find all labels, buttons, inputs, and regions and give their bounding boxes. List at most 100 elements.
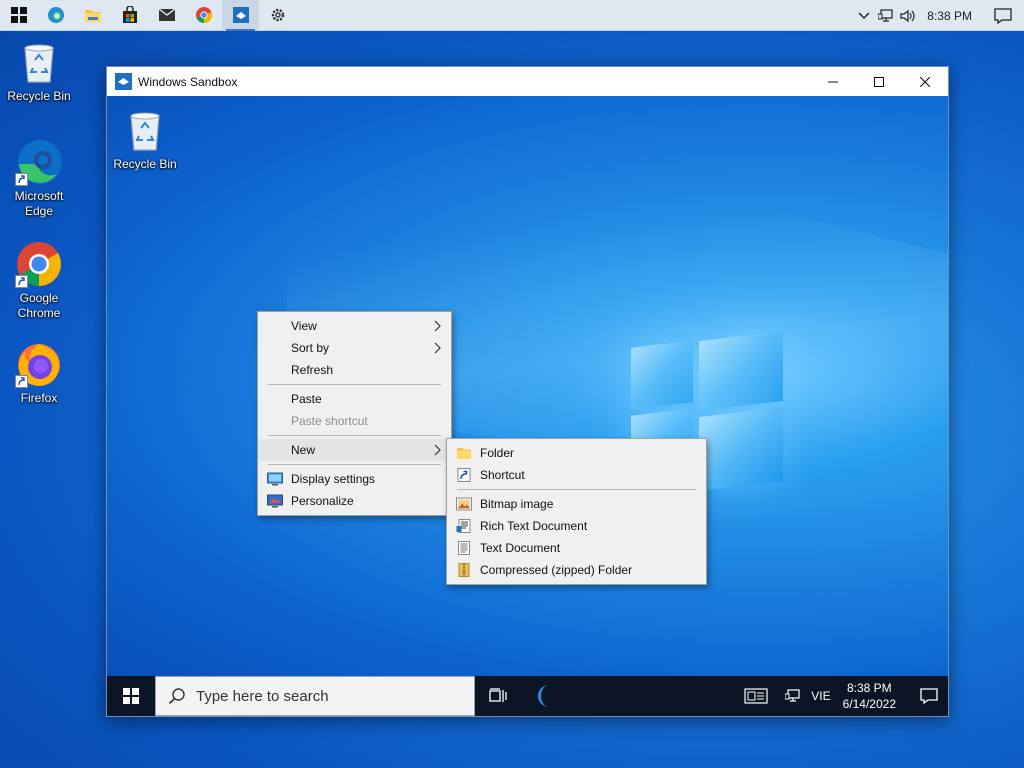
store-bag-icon <box>122 6 137 23</box>
windows-logo-icon <box>123 688 139 704</box>
news-icon <box>744 688 768 704</box>
windows-logo-pane <box>699 406 783 492</box>
rtf-icon <box>456 519 471 533</box>
menu-item-label: Rich Text Document <box>480 519 588 533</box>
host-clock[interactable]: 8:38 PM <box>927 9 972 23</box>
sandbox-titlebar[interactable]: Windows Sandbox <box>107 67 948 96</box>
submenu-item-compressed-folder[interactable]: Compressed (zipped) Folder <box>447 559 706 581</box>
task-view-icon <box>489 688 507 702</box>
menu-item-label: View <box>291 319 317 333</box>
text-document-icon <box>458 541 470 555</box>
volume-icon[interactable] <box>897 0 919 31</box>
close-icon <box>920 76 930 87</box>
minimize-button[interactable] <box>810 67 856 96</box>
menu-item-label: Display settings <box>291 472 376 486</box>
host-taskbar: 8:38 PM <box>0 0 1024 31</box>
submenu-item-text-document[interactable]: Text Document <box>447 537 706 559</box>
desktop-microsoft-edge[interactable]: Microsoft Edge <box>1 138 77 219</box>
menu-item-label: Bitmap image <box>480 497 554 511</box>
desktop-recycle-bin[interactable]: Recycle Bin <box>1 38 77 104</box>
sandbox-system-tray: VIE 8:38 PM 6/14/2022 <box>733 676 948 716</box>
menu-item-display-settings[interactable]: Display settings <box>258 468 451 490</box>
search-placeholder: Type here to search <box>196 687 329 705</box>
maximize-icon <box>874 76 884 87</box>
notification-icon[interactable] <box>988 0 1018 31</box>
menu-item-label: Text Document <box>480 541 561 555</box>
shortcut-arrow-icon <box>15 275 28 288</box>
sandbox-window: Windows Sandbox Recycle Bin Type here to… <box>106 66 949 717</box>
menu-item-label: Shortcut <box>480 468 525 482</box>
menu-item-paste[interactable]: Paste <box>258 388 451 410</box>
firefox-icon <box>15 340 63 388</box>
task-view-button[interactable] <box>475 676 521 716</box>
window-title: Windows Sandbox <box>138 74 238 89</box>
sandbox-clock[interactable]: 8:38 PM 6/14/2022 <box>843 680 896 712</box>
notification-icon <box>920 688 938 704</box>
close-button[interactable] <box>902 67 948 96</box>
menu-separator <box>268 464 441 465</box>
chevron-right-icon <box>434 320 441 332</box>
taskbar-file-explorer-button[interactable] <box>74 0 111 31</box>
menu-item-label: Folder <box>480 446 515 460</box>
sandbox-icon <box>232 7 249 23</box>
menu-separator <box>457 489 696 490</box>
sandbox-start-button[interactable] <box>107 676 155 716</box>
host-system-tray: 8:38 PM <box>853 0 1024 31</box>
menu-item-view[interactable]: View <box>258 315 451 337</box>
sandbox-time: 8:38 PM <box>846 681 892 695</box>
menu-item-sort-by[interactable]: Sort by <box>258 337 451 359</box>
sandbox-search-box[interactable]: Type here to search <box>155 676 475 716</box>
sandbox-notification-button[interactable] <box>910 676 948 716</box>
submenu-item-bitmap-image[interactable]: Bitmap image <box>447 493 706 515</box>
submenu-item-shortcut[interactable]: Shortcut <box>447 464 706 486</box>
display-settings-icon <box>267 472 283 486</box>
input-language[interactable]: VIE <box>811 689 830 703</box>
personalize-icon <box>267 494 283 508</box>
menu-item-label: Compressed (zipped) Folder <box>480 563 633 577</box>
search-icon <box>168 688 185 705</box>
sandbox-taskbar: Type here to search VIE 8:38 PM 6/14/202… <box>107 676 948 716</box>
sandbox-edge-button[interactable] <box>521 676 567 716</box>
taskbar-settings-button[interactable] <box>259 0 296 31</box>
network-icon[interactable] <box>875 0 897 31</box>
maximize-button[interactable] <box>856 67 902 96</box>
submenu-item-rich-text-document[interactable]: Rich Text Document <box>447 515 706 537</box>
menu-item-label: Paste shortcut <box>291 414 368 428</box>
windows-logo-pane <box>631 340 693 410</box>
new-submenu: Folder Shortcut Bitmap image Rich Text D… <box>446 438 707 585</box>
minimize-icon <box>828 81 838 82</box>
chevron-right-icon <box>434 444 441 456</box>
taskbar-chrome-button[interactable] <box>185 0 222 31</box>
gear-icon <box>271 8 284 22</box>
bitmap-icon <box>456 497 472 511</box>
menu-item-label: Paste <box>291 392 322 406</box>
chrome-icon <box>15 240 63 288</box>
taskbar-edge-button[interactable] <box>37 0 74 31</box>
desktop-context-menu: View Sort by Refresh Paste Paste shortcu… <box>257 311 452 516</box>
chevron-up-icon[interactable] <box>853 0 875 31</box>
desktop-firefox[interactable]: Firefox <box>1 340 77 406</box>
chevron-right-icon <box>434 342 441 354</box>
mail-icon <box>158 8 175 21</box>
sandbox-network-button[interactable] <box>779 676 807 716</box>
menu-item-label: New <box>291 443 316 457</box>
window-controls <box>810 67 948 96</box>
taskbar-store-button[interactable] <box>111 0 148 31</box>
taskbar-mail-button[interactable] <box>148 0 185 31</box>
submenu-item-folder[interactable]: Folder <box>447 442 706 464</box>
menu-item-new[interactable]: New <box>258 439 451 461</box>
news-widget-button[interactable] <box>733 676 779 716</box>
menu-item-refresh[interactable]: Refresh <box>258 359 451 381</box>
edge-icon <box>47 7 64 23</box>
menu-item-personalize[interactable]: Personalize <box>258 490 451 512</box>
sandbox-icon <box>115 73 132 90</box>
desktop-icon-label: Recycle Bin <box>113 157 177 171</box>
network-icon <box>785 689 800 702</box>
shortcut-arrow-icon <box>15 375 28 388</box>
recycle-bin-icon <box>15 38 63 86</box>
sandbox-desktop-recycle-bin[interactable]: Recycle Bin <box>107 106 183 172</box>
desktop-google-chrome[interactable]: Google Chrome <box>1 240 77 321</box>
sandbox-desktop[interactable]: Recycle Bin <box>107 96 948 676</box>
windows-start-button[interactable] <box>0 0 37 31</box>
taskbar-sandbox-button[interactable] <box>222 0 259 31</box>
